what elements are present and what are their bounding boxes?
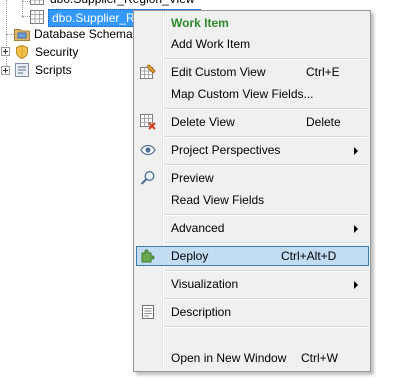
database-folder-icon <box>14 27 30 41</box>
menu-item-label: Advanced <box>171 221 225 235</box>
menu-item-edit-custom-view[interactable]: Edit Custom View Ctrl+E <box>136 62 368 82</box>
menu-item-description[interactable]: Description <box>136 302 368 322</box>
menu-item-label: Description <box>171 305 232 319</box>
menu-item-open-in-new-window[interactable]: Open in New Window Ctrl+W <box>136 348 368 368</box>
menu-item-advanced[interactable]: Advanced <box>136 218 368 238</box>
menu-separator <box>165 108 367 110</box>
menu-separator <box>165 136 367 138</box>
menu-item-read-view-fields[interactable]: Read View Fields <box>136 190 368 210</box>
shield-icon <box>16 44 28 60</box>
menu-header-work-item: Work Item <box>136 13 368 33</box>
tree-item-label: Scripts <box>35 63 72 77</box>
menu-item-shortcut: Ctrl+Alt+D <box>281 249 337 263</box>
edit-grid-icon <box>140 64 156 80</box>
menu-separator <box>165 164 367 166</box>
menu-item-deploy[interactable]: Deploy Ctrl+Alt+D <box>136 246 369 266</box>
menu-item-label: Read View Fields <box>171 193 265 207</box>
eye-icon <box>140 142 156 158</box>
tree-item-label: Database Schemas <box>34 27 139 41</box>
document-icon <box>140 304 156 320</box>
menu-separator <box>165 326 367 328</box>
menu-item-label: Deploy <box>171 249 209 263</box>
menu-item-label: Project Perspectives <box>171 143 281 157</box>
menu-separator <box>165 270 367 272</box>
tree-item-label: Security <box>35 45 79 59</box>
menu-item-label: Open in New Window <box>171 351 287 365</box>
menu-item-delete-view[interactable]: Delete View Delete <box>136 112 368 132</box>
menu-item-project-perspectives[interactable]: Project Perspectives <box>136 140 368 160</box>
puzzle-icon <box>140 248 156 264</box>
menu-separator <box>165 214 367 216</box>
tree-item-view-partial[interactable]: dbo.Supplier_Region_View <box>30 0 195 8</box>
tree-guide-line <box>6 34 14 35</box>
menu-item-shortcut: Ctrl+W <box>301 351 338 365</box>
menu-item-shortcut: Ctrl+E <box>306 65 340 79</box>
menu-item-map-custom-view-fields[interactable]: Map Custom View Fields... <box>136 84 368 104</box>
menu-item-label: Add Work Item <box>171 37 251 51</box>
delete-grid-icon <box>140 114 156 130</box>
tree-item-scripts[interactable]: Scripts <box>14 61 94 79</box>
view-grid-icon <box>30 0 44 5</box>
scripts-icon <box>15 63 29 77</box>
tree-item-label: dbo.Supplier_Region_View <box>50 0 195 8</box>
tree-item-security[interactable]: Security <box>14 43 94 61</box>
menu-item-label: Preview <box>171 171 214 185</box>
menu-item-label: Map Custom View Fields... <box>171 87 314 101</box>
menu-separator <box>165 242 367 244</box>
tree-guide-line <box>22 1 30 2</box>
menu-item-visualization[interactable]: Visualization <box>136 274 368 294</box>
menu-separator <box>165 298 367 300</box>
submenu-arrow-icon <box>354 225 358 233</box>
context-menu: Work Item Add Work Item Edit Custom View… <box>133 10 371 372</box>
menu-item-label: Edit Custom View <box>171 65 266 79</box>
menu-item-label: Visualization <box>171 277 239 291</box>
menu-item-label: Delete View <box>171 115 235 129</box>
tree-guide-line <box>22 16 30 17</box>
tree-item-database-schemas[interactable]: Database Schemas <box>14 25 139 43</box>
expand-security-toggle[interactable] <box>1 47 10 56</box>
menu-separator <box>165 58 367 60</box>
submenu-arrow-icon <box>354 281 358 289</box>
menu-item-add-work-item[interactable]: Add Work Item <box>136 34 368 54</box>
menu-item-shortcut: Delete <box>306 115 341 129</box>
menu-header-label: Work Item <box>171 16 229 30</box>
submenu-arrow-icon <box>354 147 358 155</box>
tree-guide-line <box>6 0 7 72</box>
magnifier-icon <box>140 170 156 186</box>
menu-item-preview[interactable]: Preview <box>136 168 368 188</box>
expand-scripts-toggle[interactable] <box>1 66 10 75</box>
view-grid-icon <box>30 10 44 24</box>
